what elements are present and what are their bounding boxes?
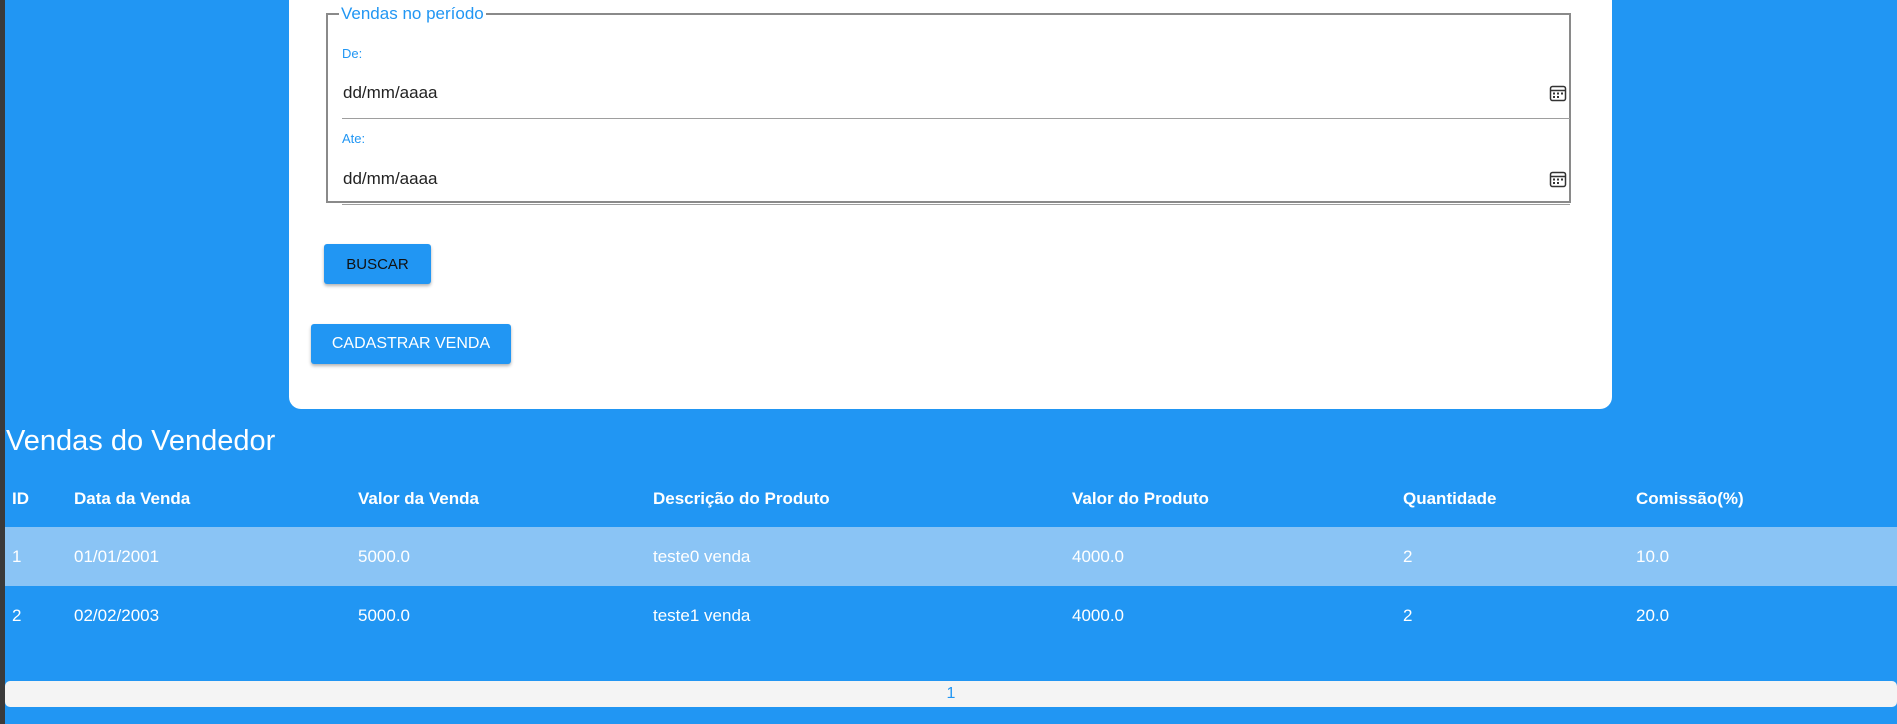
- table-cell: 1: [5, 527, 67, 586]
- table-cell: 20.0: [1636, 605, 1670, 625]
- period-fieldset: Vendas no período De: dd/mm/aaaa Ate: dd…: [326, 4, 1571, 205]
- pagination: 1: [5, 681, 1897, 707]
- table-header-row: ID Data da Venda Valor da Venda Descriçã…: [5, 470, 1897, 527]
- table-cell: 5000.0: [358, 605, 410, 625]
- table-cell: teste1 venda: [653, 605, 751, 625]
- column-header-product-value: Valor do Produto: [1072, 488, 1209, 508]
- table-cell: 4000.0: [1072, 605, 1124, 625]
- table-row[interactable]: 2 02/02/2003 5000.0 teste1 venda 4000.0 …: [5, 586, 1897, 645]
- table-cell: teste0 venda: [646, 527, 1065, 586]
- filter-card: Vendas no período De: dd/mm/aaaa Ate: dd…: [289, 0, 1612, 409]
- column-header-date: Data da Venda: [74, 488, 191, 508]
- calendar-icon[interactable]: [1549, 170, 1567, 188]
- sales-table: ID Data da Venda Valor da Venda Descriçã…: [5, 470, 1897, 645]
- table-cell: 01/01/2001: [67, 527, 351, 586]
- to-date-value: dd/mm/aaaa: [343, 169, 438, 188]
- from-date-label: De:: [342, 46, 363, 61]
- sales-title: Vendas do Vendedor: [6, 425, 276, 457]
- column-header-commission: Comissão(%): [1636, 488, 1744, 508]
- from-date-input[interactable]: dd/mm/aaaa: [342, 68, 1570, 119]
- table-cell: 2: [1403, 605, 1413, 625]
- table-cell: 5000.0: [351, 527, 646, 586]
- table-cell: 4000.0: [1065, 527, 1396, 586]
- table-cell: 02/02/2003: [74, 605, 160, 625]
- search-button[interactable]: BUSCAR: [324, 244, 431, 284]
- table-row[interactable]: 1 01/01/2001 5000.0 teste0 venda 4000.0 …: [5, 527, 1897, 586]
- from-date-value: dd/mm/aaaa: [343, 83, 438, 102]
- calendar-icon[interactable]: [1549, 84, 1567, 102]
- column-header-id: ID: [12, 488, 29, 508]
- page-link-1[interactable]: 1: [947, 685, 956, 703]
- period-legend: Vendas no período: [341, 4, 484, 23]
- table-cell: 2: [12, 605, 22, 625]
- column-header-sale-value: Valor da Venda: [358, 488, 479, 508]
- table-cell: 10.0: [1629, 527, 1897, 586]
- column-header-description: Descrição do Produto: [653, 488, 830, 508]
- to-date-label: Ate:: [342, 131, 366, 146]
- to-date-input[interactable]: dd/mm/aaaa: [342, 154, 1570, 205]
- table-cell: 2: [1396, 527, 1629, 586]
- column-header-quantity: Quantidade: [1403, 488, 1497, 508]
- register-sale-button[interactable]: CADASTRAR VENDA: [311, 324, 511, 364]
